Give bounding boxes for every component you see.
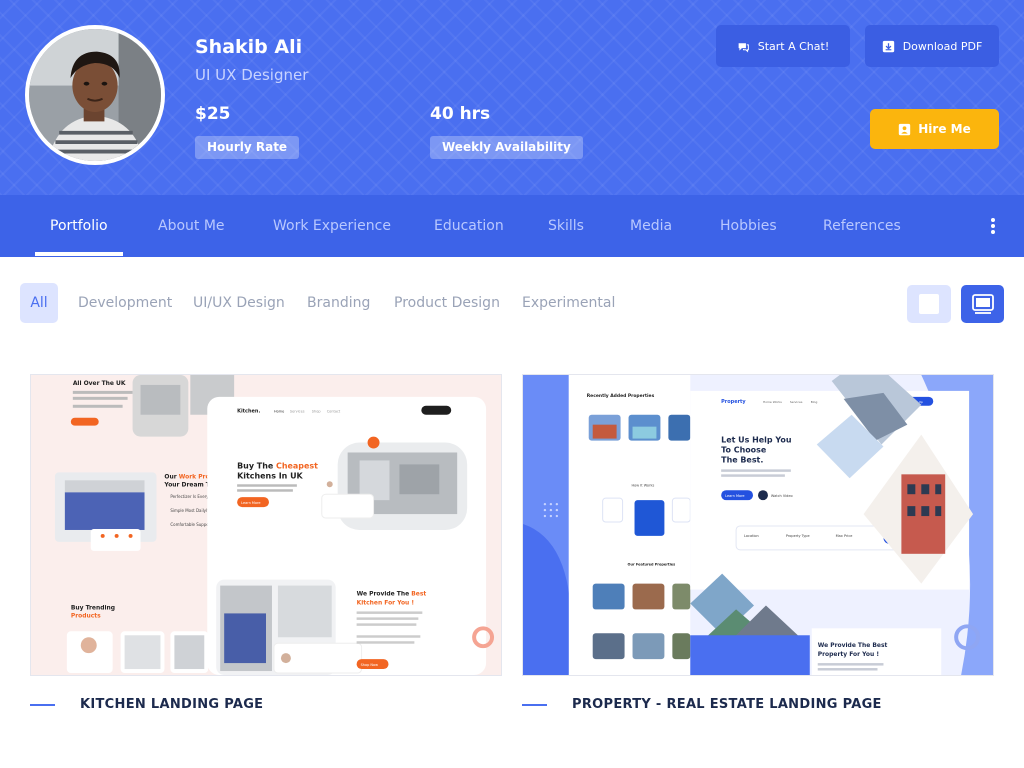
availability-label: Weekly Availability — [430, 136, 583, 159]
download-pdf-label: Download PDF — [902, 39, 983, 53]
active-tab-indicator — [35, 252, 123, 256]
availability-value: 40 hrs — [430, 104, 491, 124]
avatar — [25, 25, 165, 165]
hire-me-button[interactable]: Hire Me — [870, 109, 999, 149]
tab-skills[interactable]: Skills — [548, 195, 584, 257]
tab-about-me[interactable]: About Me — [158, 195, 225, 257]
large-view-icon — [971, 294, 994, 314]
property-logo: Property — [721, 399, 746, 405]
profile-header: Shakib Ali UI UX Designer $25 Hourly Rat… — [0, 0, 1024, 195]
hire-me-label: Hire Me — [918, 122, 971, 136]
property-nav-blog: Blog — [811, 400, 818, 404]
tab-hobbies[interactable]: Hobbies — [720, 195, 777, 257]
kitchen-nav-shop: Shop — [312, 410, 322, 414]
filter-development[interactable]: Development — [78, 283, 172, 323]
property-nav-services: Services — [790, 400, 803, 404]
property-hero-line2: To Choose — [721, 445, 766, 454]
tab-portfolio[interactable]: Portfolio — [50, 195, 108, 257]
kitchen-nav-services: Services — [290, 410, 305, 414]
project-card-kitchen[interactable]: All Over The UK Our Work Process Your Dr… — [30, 374, 502, 676]
contact-card-icon — [899, 123, 911, 135]
property-search-location: Location — [744, 534, 759, 538]
property-how-heading: How It Works — [632, 483, 655, 487]
kitchen-logo: Kitchen. — [237, 409, 260, 415]
property-featured-heading: Our Featured Properties — [628, 563, 676, 567]
kitchen-cta: Learn More — [241, 501, 260, 505]
avatar-photo — [29, 29, 161, 161]
tab-education[interactable]: Education — [434, 195, 504, 257]
kitchen-best-line1: We Provide The Best — [357, 591, 427, 598]
kitchen-hero-line2: Kitchens In UK — [237, 471, 303, 480]
kitchen-hero-line1: Buy The Cheapest — [237, 461, 318, 470]
filter-experimental[interactable]: Experimental — [522, 283, 615, 323]
kitchen-trend-line1: Buy Trending — [71, 604, 115, 611]
kitchen-nav-home: Home — [274, 410, 284, 414]
project-caption-kitchen: KITCHEN LANDING PAGE — [30, 697, 263, 712]
caption-divider — [30, 703, 55, 706]
project-caption-property: PROPERTY - REAL ESTATE LANDING PAGE — [522, 697, 882, 712]
download-pdf-button[interactable]: Download PDF — [865, 25, 999, 67]
kitchen-nav-contact: Contact — [327, 410, 341, 414]
property-preview: Recently Added Properties How It Works O… — [523, 375, 993, 675]
kitchen-process-3: Comfortable Support — [170, 522, 212, 527]
kitchen-left-heading: All Over The UK — [73, 380, 126, 387]
kitchen-trend-line2: Products — [71, 612, 101, 619]
project-title-kitchen[interactable]: KITCHEN LANDING PAGE — [80, 697, 263, 712]
large-view-button[interactable] — [961, 285, 1004, 323]
property-search-type: Property Type — [786, 534, 810, 538]
profile-nav: Portfolio About Me Work Experience Educa… — [0, 195, 1024, 257]
property-video: Watch Video — [771, 494, 793, 498]
filter-product-design[interactable]: Product Design — [394, 283, 500, 323]
kitchen-preview: All Over The UK Our Work Process Your Dr… — [31, 375, 501, 675]
kitchen-best-line2: Kitchen For You ! — [357, 599, 414, 606]
hourly-rate-label: Hourly Rate — [195, 136, 300, 159]
chat-icon — [738, 42, 749, 53]
property-best-line1: We Provide The Best — [818, 642, 888, 649]
download-icon — [882, 40, 894, 52]
grid-view-button[interactable] — [907, 285, 951, 323]
property-nav-home-works: Home Works — [763, 400, 782, 404]
tab-work-experience[interactable]: Work Experience — [273, 195, 391, 257]
filter-ui-ux-design[interactable]: UI/UX Design — [193, 283, 285, 323]
start-chat-label: Start A Chat! — [757, 39, 830, 53]
kitchen-process-2: Simple Most Dailyly — [170, 508, 210, 513]
tab-references[interactable]: References — [823, 195, 901, 257]
filter-branding[interactable]: Branding — [307, 283, 370, 323]
property-side-heading: Recently Added Properties — [587, 393, 655, 399]
start-chat-button[interactable]: Start A Chat! — [716, 25, 850, 67]
property-search-price: Max Price — [836, 534, 853, 538]
property-best-line2: Property For You ! — [818, 651, 879, 658]
tab-media[interactable]: Media — [630, 195, 672, 257]
profile-title: UI UX Designer — [195, 66, 309, 84]
caption-divider — [522, 703, 547, 706]
more-options-icon[interactable] — [986, 216, 1000, 236]
project-title-property[interactable]: PROPERTY - REAL ESTATE LANDING PAGE — [572, 697, 882, 712]
hourly-rate-value: $25 — [195, 104, 231, 124]
grid-view-icon — [919, 294, 939, 314]
property-hero-line1: Let Us Help You — [721, 436, 791, 445]
property-hero-line3: The Best. — [721, 455, 763, 464]
filter-all[interactable]: All — [20, 283, 58, 323]
property-cta: Learn More — [725, 494, 744, 498]
project-card-property[interactable]: Recently Added Properties How It Works O… — [522, 374, 994, 676]
kitchen-cta2: Shop Now — [361, 663, 379, 667]
profile-name: Shakib Ali — [195, 36, 303, 58]
